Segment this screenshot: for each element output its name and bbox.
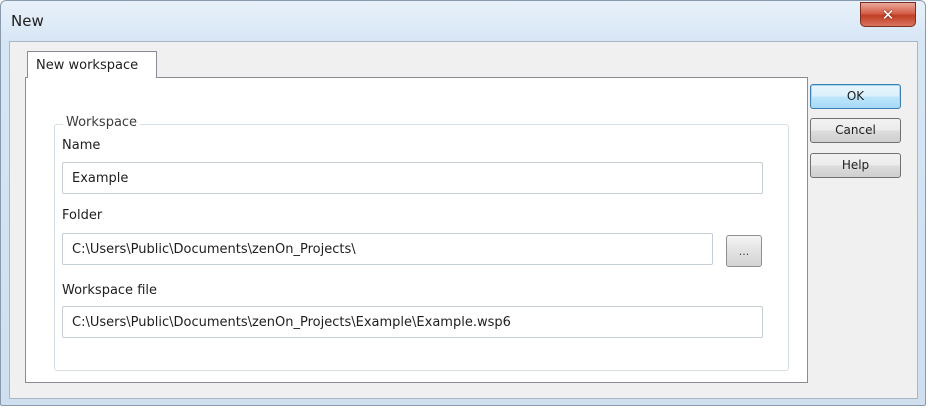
cancel-button[interactable]: Cancel — [810, 118, 901, 143]
close-icon: ✕ — [881, 5, 895, 24]
name-field[interactable]: Example — [62, 162, 763, 194]
workspace-file-field[interactable]: C:\Users\Public\Documents\zenOn_Projects… — [62, 306, 763, 338]
tab-panel: Workspace Name Example Folder C:\Users\P… — [25, 77, 808, 383]
close-button[interactable]: ✕ — [860, 2, 916, 27]
workspace-file-label: Workspace file — [62, 283, 157, 298]
workspace-group-title: Workspace — [63, 115, 141, 130]
dialog-window: New ✕ New workspace Workspace Name Examp… — [0, 0, 926, 406]
window-title: New — [11, 12, 44, 30]
folder-label: Folder — [62, 208, 103, 223]
browse-folder-button[interactable]: ... — [726, 235, 762, 267]
name-label: Name — [62, 138, 101, 153]
help-button[interactable]: Help — [810, 153, 901, 178]
title-bar[interactable]: New ✕ — [1, 1, 925, 41]
dialog-client-area: New workspace Workspace Name Example Fol… — [9, 41, 918, 399]
folder-field[interactable]: C:\Users\Public\Documents\zenOn_Projects… — [62, 233, 713, 265]
ok-button[interactable]: OK — [810, 84, 901, 109]
tab-new-workspace[interactable]: New workspace — [27, 51, 157, 78]
